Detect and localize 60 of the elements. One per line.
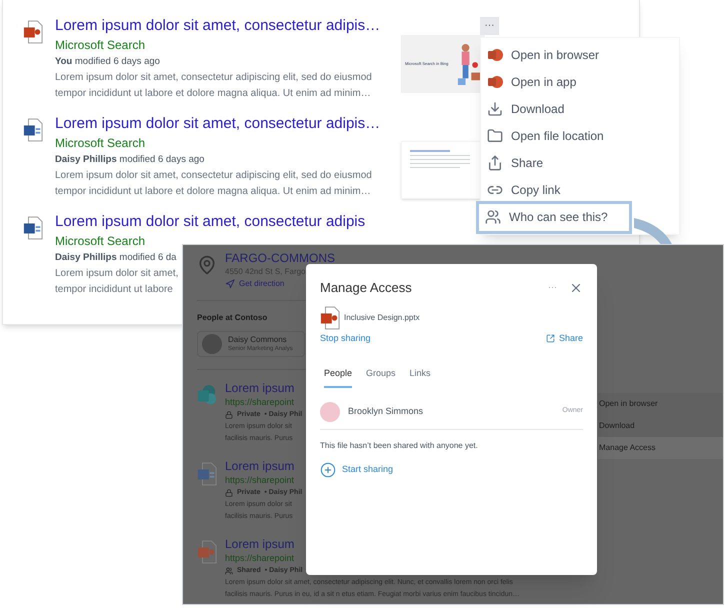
lock-icon [225,489,233,497]
start-sharing-button[interactable]: Start sharing [320,462,394,478]
menu-item[interactable]: Share [481,150,679,177]
more-options-button[interactable]: ··· [480,17,499,35]
menu-item[interactable]: Open in browser [481,41,679,68]
location-pin-icon [197,255,217,275]
dialog-tab[interactable]: Groups [366,367,396,388]
menu-item[interactable]: Open in app [481,68,679,96]
menu-item[interactable]: Open in browser [598,393,723,415]
word-file-icon [23,118,43,142]
avatar [202,334,222,354]
menu-item[interactable]: Download [598,415,723,437]
word-file-icon [23,216,43,240]
dialog-tab[interactable]: People [324,367,352,388]
result-url: https://sharepoint [225,474,294,487]
modified-info: You modified 6 days ago [55,55,160,69]
powerpoint-file-icon [23,20,43,44]
powerpoint-file-icon [320,306,340,330]
result-source: Microsoft Search [55,135,146,152]
powerpoint-file-icon [197,540,217,564]
people-icon [485,209,501,226]
result-snippet: Lorem ipsum dolor sit amet, consectetur adipiscing elit, sed do eiusmod tempor incididunt ut labore et dolore magna aliqua. Ut enim ad minim… [55,169,372,199]
presentation-app-icon [487,74,503,90]
dialog-title: Manage Access [320,279,412,297]
directions-icon [225,279,235,289]
share-icon [487,155,503,172]
result-url: https://sharepoint [225,396,294,409]
result-url: https://sharepoint [225,552,294,565]
modified-info: Daisy Phillips modified 6 da [55,251,176,265]
download-icon [487,100,503,117]
result-title-link[interactable]: Lorem ipsum dolor sit amet, consectetur adipis… [55,16,380,35]
result-snippet: Lorem ipsum dolor sit amet, consectetur adipiscing elit, sed do eiusmod tempor incididunt ut labore et dolore magna aliqua. Ut enim ad minim… [55,71,372,101]
result-title-link[interactable]: Lorem ipsum dolor sit amet, consectetur adipis… [55,114,380,133]
section-heading: People at Contoso [197,313,268,323]
file-name: Inclusive Design.pptx [344,312,420,324]
dialog-tab[interactable]: Links [410,367,431,388]
menu-item[interactable]: Download [481,95,679,122]
menu-item[interactable]: Manage Access [598,437,723,459]
owner-name: Brooklyn Simmons [348,404,424,418]
sharing-status-message: This file hasn’t been shared with anyone yet. [320,440,478,452]
result-source: Microsoft Search [55,37,146,54]
menu-item[interactable]: Copy link [481,176,679,204]
stop-sharing-link[interactable]: Stop sharing [320,332,371,345]
location-name: FARGO-COMMONS [225,251,335,266]
modified-info: Daisy Phillips modified 6 days ago [55,153,204,167]
word-file-icon [197,462,217,486]
result-source: Microsoft Search [55,233,146,250]
share-icon [546,334,555,343]
lock-icon [225,411,233,419]
more-options-button[interactable]: ··· [548,281,557,294]
add-icon [320,462,336,478]
result-title-link[interactable]: Lorem ipsum dolor sit amet, consectetur adipis [55,212,366,231]
person-name: Daisy Commons [228,334,287,345]
avatar [320,402,340,422]
presentation-app-icon [487,46,503,63]
result-snippet: Lorem ipsum dolor sit amet, tempor incididunt ut labore [55,267,178,297]
people-icon [225,567,233,575]
menu-item[interactable]: Open file location [481,122,679,150]
folder-icon [487,128,503,144]
share-button[interactable]: Share [546,332,583,345]
